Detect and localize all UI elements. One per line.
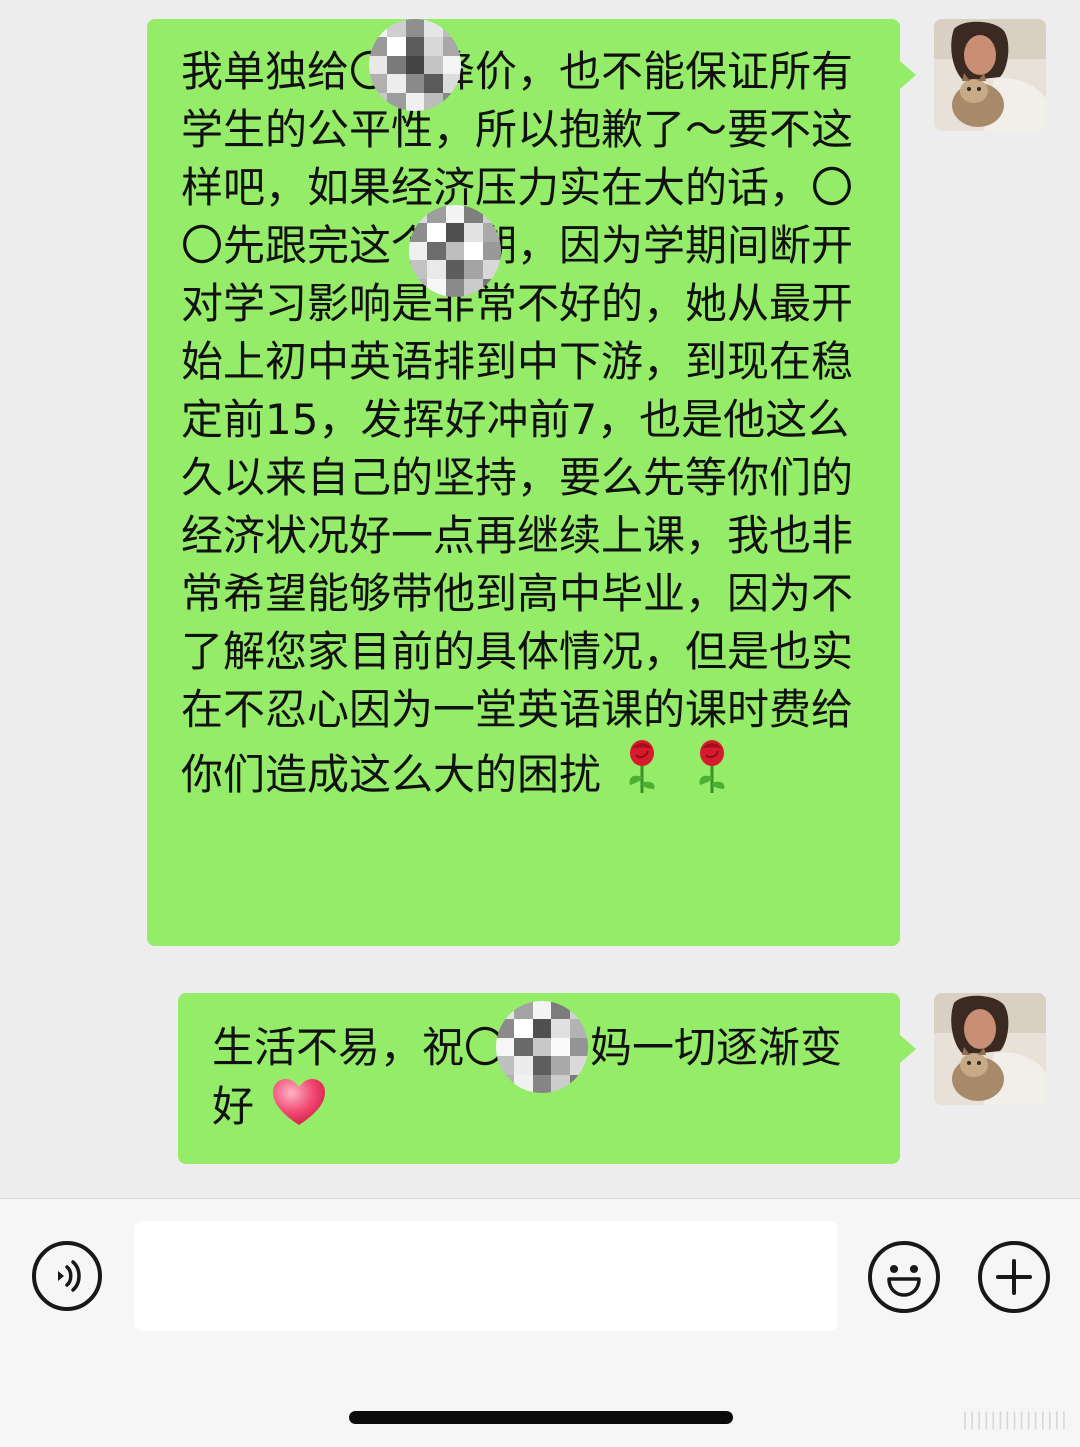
rose-emoji <box>622 739 662 810</box>
avatar[interactable] <box>934 19 1046 131</box>
smiley-icon <box>887 1265 921 1297</box>
privacy-blur <box>496 1001 588 1093</box>
plus-icon <box>996 1259 1032 1295</box>
message-bubble[interactable]: 我单独给〇〇降价，也不能保证所有学生的公平性，所以抱歉了～要不这样吧，如果经济压… <box>147 19 916 946</box>
home-indicator[interactable] <box>349 1411 733 1424</box>
message-row: 生活不易，祝〇〇妈妈一切逐渐变好 <box>0 980 1080 1180</box>
privacy-blur <box>369 19 461 111</box>
emoji-button[interactable] <box>868 1241 940 1313</box>
message-row: 我单独给〇〇降价，也不能保证所有学生的公平性，所以抱歉了～要不这样吧，如果经济压… <box>0 0 1080 960</box>
chat-message-list[interactable]: 我单独给〇〇降价，也不能保证所有学生的公平性，所以抱歉了～要不这样吧，如果经济压… <box>0 0 1080 1198</box>
message-text: 我单独给〇〇降价，也不能保证所有学生的公平性，所以抱歉了～要不这样吧，如果经济压… <box>181 47 854 799</box>
privacy-blur <box>409 205 501 297</box>
voice-icon <box>58 1260 81 1292</box>
rose-emoji <box>692 739 732 810</box>
avatar[interactable] <box>934 993 1046 1105</box>
heart-emoji <box>271 1077 327 1142</box>
message-input[interactable] <box>134 1221 837 1331</box>
message-bubble[interactable]: 生活不易，祝〇〇妈妈一切逐渐变好 <box>178 993 916 1164</box>
more-button[interactable] <box>978 1241 1050 1313</box>
watermark: ||||||||||||||| <box>962 1409 1068 1430</box>
voice-button[interactable] <box>32 1241 102 1311</box>
chat-input-bar: ||||||||||||||| <box>0 1198 1080 1447</box>
